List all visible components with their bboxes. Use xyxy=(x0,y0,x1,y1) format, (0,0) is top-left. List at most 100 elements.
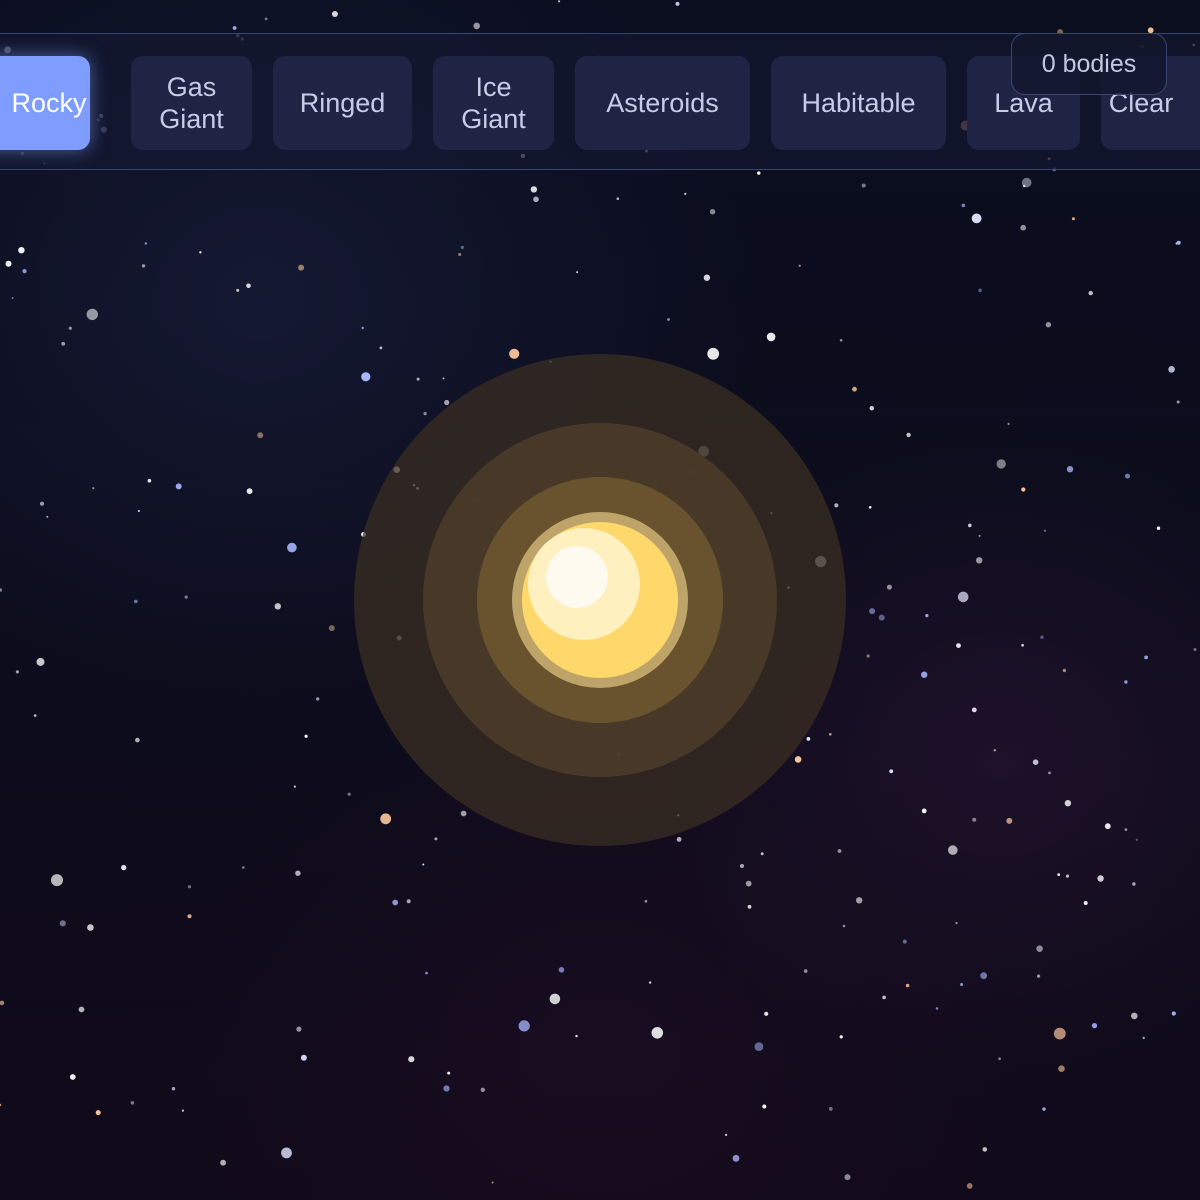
star xyxy=(298,264,305,271)
star xyxy=(576,271,579,274)
star xyxy=(935,1007,939,1010)
habitable-button-label: Habitable xyxy=(801,88,916,118)
star xyxy=(803,969,808,973)
star xyxy=(834,503,839,508)
star xyxy=(274,603,281,610)
star xyxy=(732,1154,740,1162)
star xyxy=(1071,217,1075,221)
star xyxy=(1021,487,1026,492)
gas-giant-button[interactable]: Gas Giant xyxy=(131,56,252,150)
star xyxy=(1125,473,1130,479)
star xyxy=(482,547,487,551)
star xyxy=(968,523,972,528)
star xyxy=(1036,945,1043,952)
star xyxy=(703,274,711,281)
star xyxy=(1066,466,1074,473)
star xyxy=(902,939,907,944)
asteroids-button[interactable]: Asteroids xyxy=(575,56,750,150)
star xyxy=(766,332,776,342)
star xyxy=(856,897,863,904)
star xyxy=(147,478,152,483)
star xyxy=(677,814,680,817)
star xyxy=(36,657,45,666)
star xyxy=(416,486,420,490)
ringed-button[interactable]: Ringed xyxy=(273,56,412,150)
star xyxy=(130,1101,135,1105)
star xyxy=(1048,771,1051,775)
star xyxy=(232,26,237,30)
star xyxy=(447,1071,451,1075)
rocky-button[interactable]: Rocky xyxy=(0,56,90,150)
star xyxy=(33,714,37,717)
body-count-badge: 0 bodies xyxy=(1011,33,1167,95)
ice-giant-button[interactable]: Ice Giant xyxy=(433,56,554,150)
star xyxy=(815,555,827,568)
star xyxy=(95,1110,101,1116)
star xyxy=(171,1087,176,1091)
star xyxy=(361,372,371,382)
star xyxy=(707,347,720,360)
star xyxy=(754,1042,764,1051)
stars-group xyxy=(0,0,1197,1189)
star xyxy=(1043,529,1047,532)
star xyxy=(422,863,425,866)
star xyxy=(960,983,964,986)
star xyxy=(1131,1012,1138,1020)
star xyxy=(956,643,961,648)
star xyxy=(425,971,428,975)
star xyxy=(1144,655,1148,660)
star xyxy=(434,837,438,841)
star xyxy=(770,511,773,515)
star xyxy=(971,707,977,713)
star xyxy=(1007,422,1010,426)
body-count-text: 0 bodies xyxy=(1041,49,1137,78)
star xyxy=(689,469,694,474)
star xyxy=(1053,1027,1066,1040)
star xyxy=(61,341,66,346)
star xyxy=(1040,635,1044,639)
star xyxy=(725,1133,728,1136)
star xyxy=(304,734,308,738)
star xyxy=(684,192,687,195)
star xyxy=(396,635,402,641)
star xyxy=(51,874,63,887)
star xyxy=(1021,643,1024,647)
star xyxy=(530,186,538,193)
star xyxy=(1193,648,1197,651)
space-canvas[interactable]: Rocky Gas Giant Ringed Ice Giant Asteroi… xyxy=(0,0,1200,1200)
star xyxy=(828,1107,833,1111)
star xyxy=(480,1087,485,1093)
star xyxy=(1168,366,1175,373)
star xyxy=(518,1020,530,1032)
star xyxy=(755,680,758,682)
star xyxy=(475,498,478,502)
star xyxy=(966,1183,973,1189)
star xyxy=(78,1006,85,1013)
star xyxy=(844,1174,851,1181)
star xyxy=(651,1027,664,1039)
habitable-button[interactable]: Habitable xyxy=(771,56,946,150)
star xyxy=(1097,875,1104,882)
star xyxy=(22,269,27,274)
star xyxy=(1176,400,1180,404)
star xyxy=(869,406,874,411)
asteroids-button-label: Asteroids xyxy=(606,88,719,118)
star xyxy=(806,737,811,741)
star xyxy=(423,411,427,416)
star xyxy=(408,1056,415,1063)
star xyxy=(869,608,876,615)
star xyxy=(1124,828,1128,831)
star xyxy=(829,733,832,736)
star xyxy=(978,288,982,293)
star xyxy=(0,1000,5,1006)
star xyxy=(1124,680,1128,684)
star xyxy=(652,463,655,466)
star xyxy=(762,1104,767,1109)
star xyxy=(86,308,99,321)
star xyxy=(948,845,958,855)
star xyxy=(184,595,188,599)
star xyxy=(361,532,367,537)
star xyxy=(293,785,296,788)
star xyxy=(491,1181,494,1184)
star xyxy=(416,377,420,381)
